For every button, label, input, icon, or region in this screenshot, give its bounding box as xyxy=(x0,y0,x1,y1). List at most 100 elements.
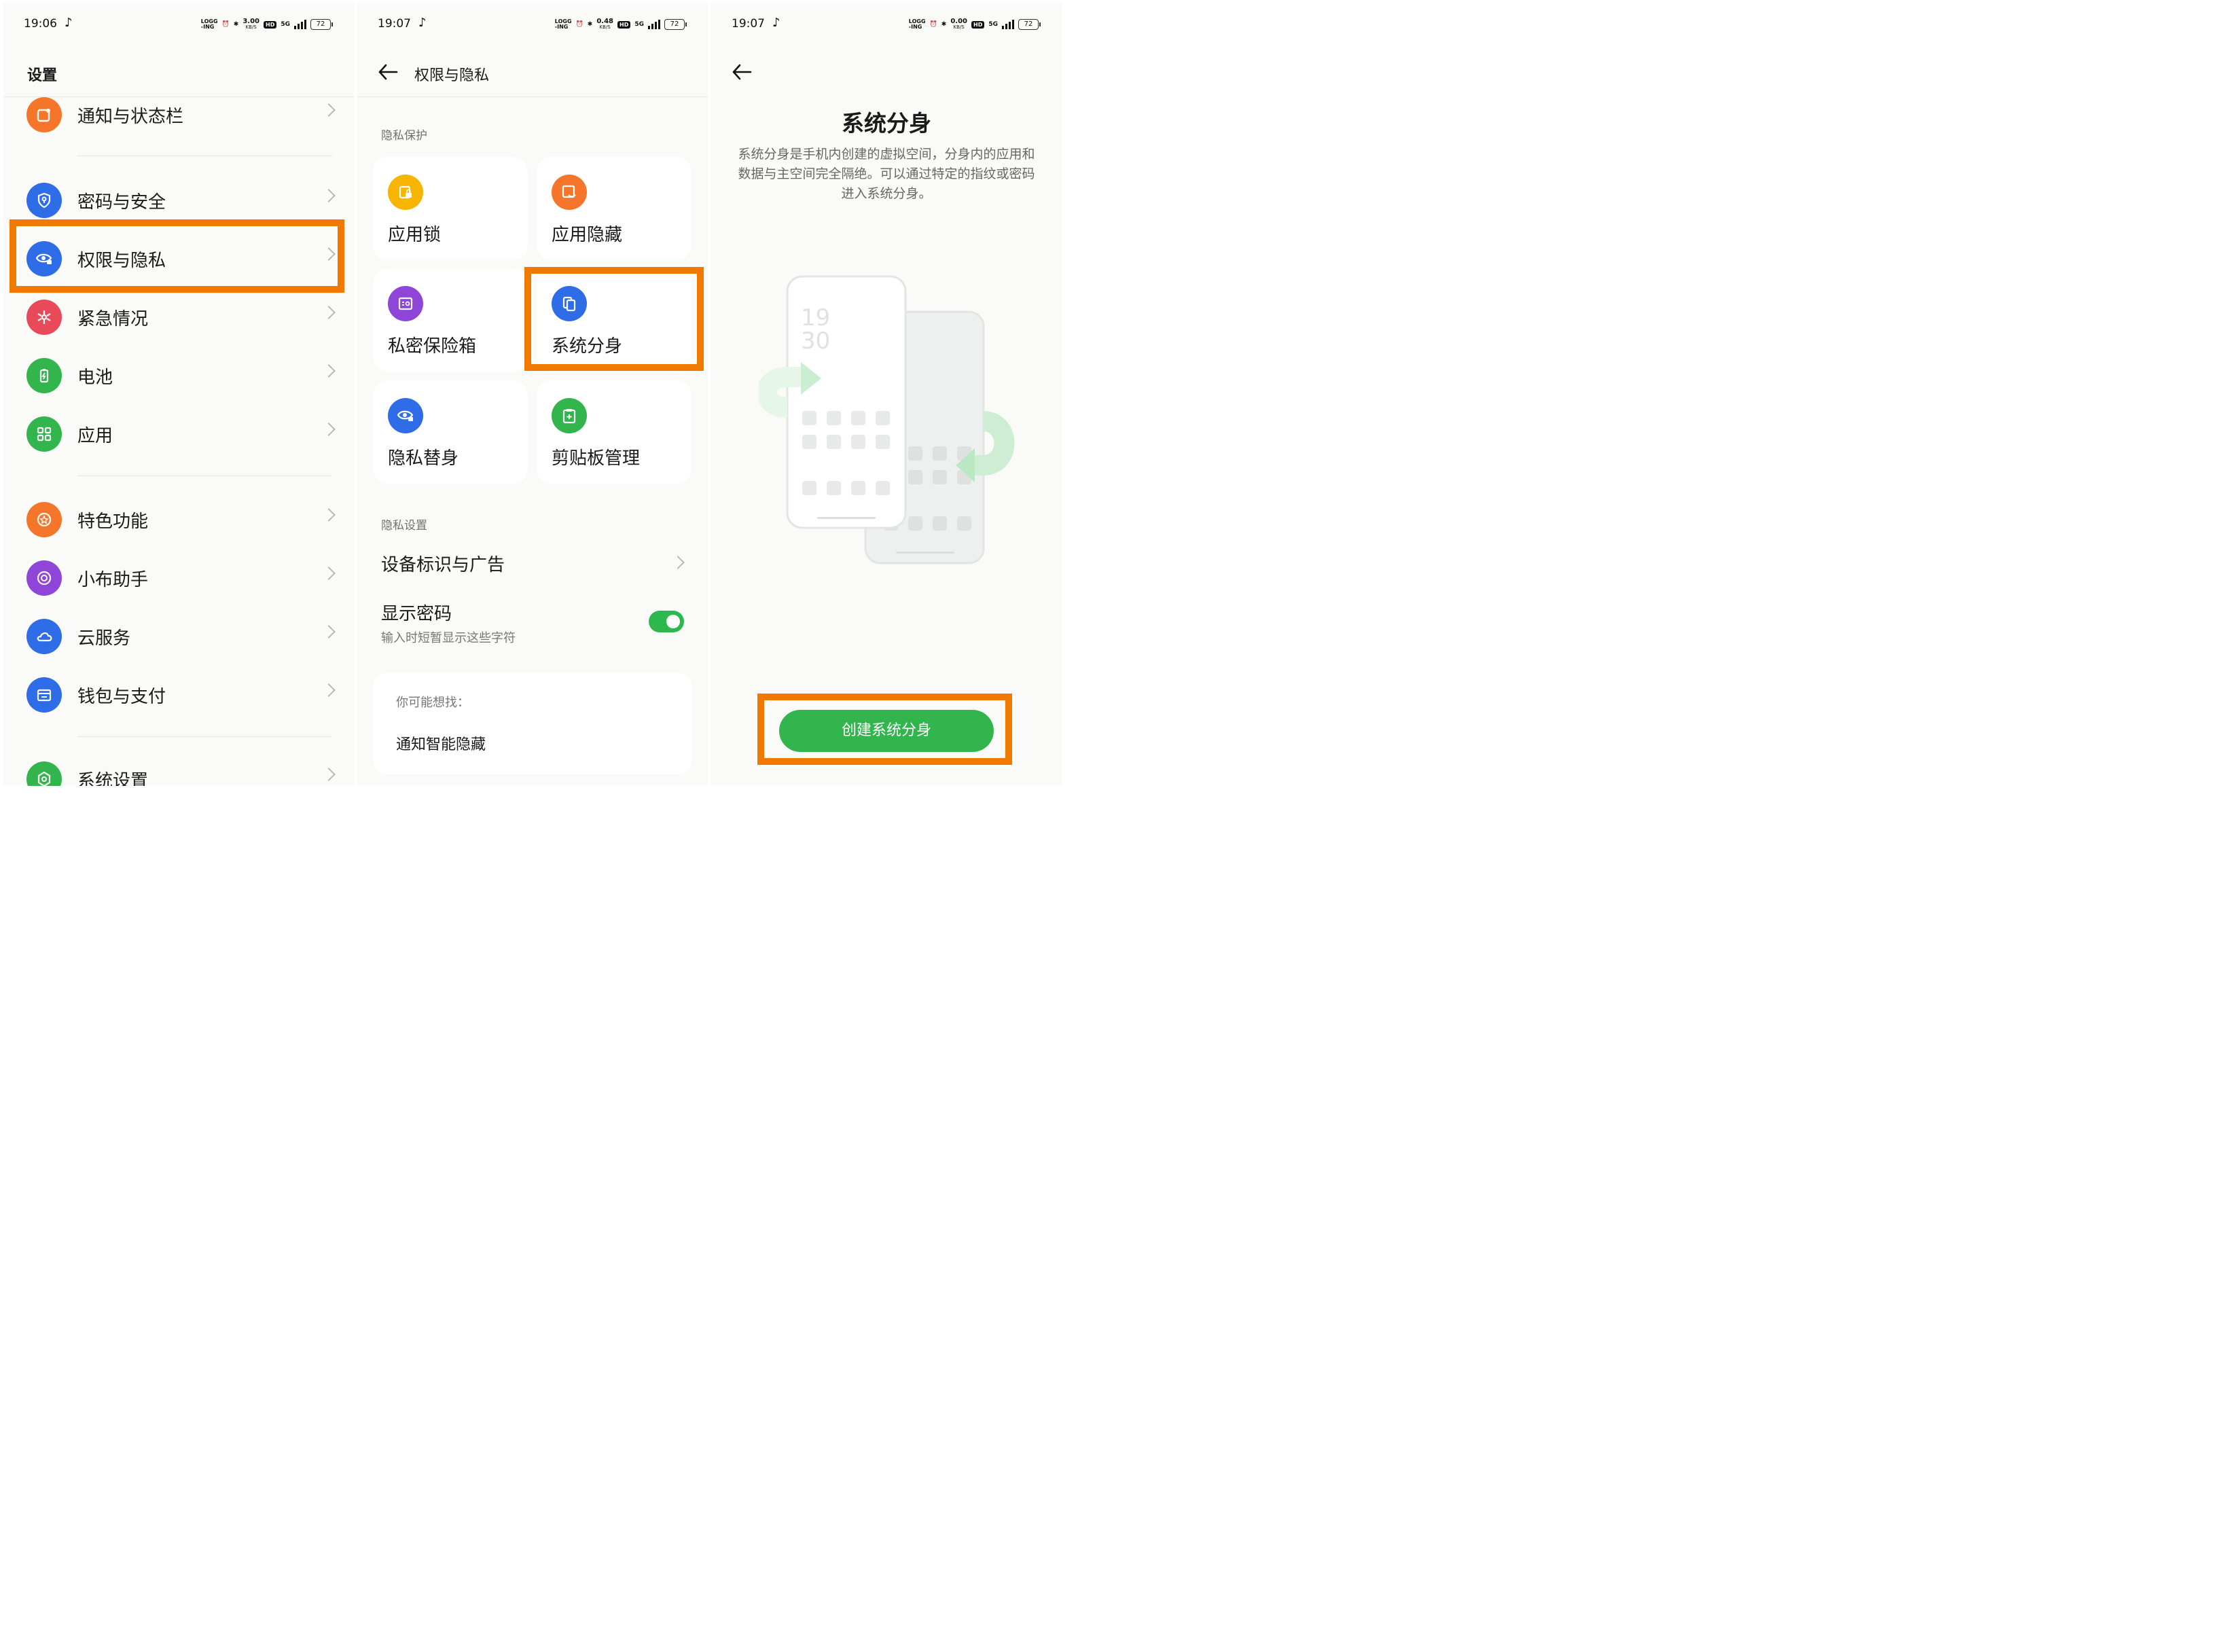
hd-badge: HD xyxy=(617,20,631,29)
settings-item-wallet[interactable]: 钱包与支付 xyxy=(3,670,354,718)
section-label-settings: 隐私设置 xyxy=(381,519,427,533)
signal-icon xyxy=(294,20,306,29)
settings-item-label: 小布助手 xyxy=(77,570,149,590)
settings-item-apps[interactable]: 应用 xyxy=(3,410,354,457)
card-private-safe[interactable]: 私密保险箱 xyxy=(373,268,528,372)
system-clone-illustration: 19 30 xyxy=(759,275,1015,564)
show-password-subtitle: 输入时短暂显示这些字符 xyxy=(381,631,516,645)
notification-icon xyxy=(26,97,62,132)
suggestion-link[interactable]: 通知智能隐藏 xyxy=(396,732,486,754)
private-safe-icon xyxy=(388,286,423,321)
alarm-icon: ⏰ xyxy=(929,21,937,28)
battery-level: 72 xyxy=(664,19,687,30)
divider xyxy=(77,475,332,476)
status-icons: LOGG -ING ⏰ ✱ 3.00 KB/S HD 5G 72 xyxy=(200,18,333,31)
chevron-right-icon xyxy=(322,103,336,117)
settings-item-emergency[interactable]: 紧急情况 xyxy=(3,293,354,340)
page-title: 设置 xyxy=(27,67,58,84)
settings-item-label: 钱包与支付 xyxy=(77,687,166,707)
divider xyxy=(77,736,332,737)
cloud-icon xyxy=(26,619,62,654)
create-system-clone-button[interactable]: 创建系统分身 xyxy=(779,710,994,752)
list-item-label: 设备标识与广告 xyxy=(381,555,505,575)
highlight-box xyxy=(10,219,344,293)
suggestion-title: 你可能想找： xyxy=(396,696,469,710)
card-label: 应用锁 xyxy=(388,225,442,245)
alarm-icon: ⏰ xyxy=(221,21,230,28)
star-circle-icon xyxy=(26,502,62,537)
card-app-lock[interactable]: 应用锁 xyxy=(373,157,528,260)
music-note-icon: ♪ xyxy=(65,16,73,30)
network-speed: 3.00 KB/S xyxy=(242,18,259,31)
hd-badge: HD xyxy=(264,20,277,29)
hd-badge: HD xyxy=(971,20,985,29)
music-note-icon: ♪ xyxy=(418,16,427,30)
back-arrow-icon[interactable] xyxy=(378,63,398,81)
assistant-icon xyxy=(26,560,62,596)
page-description: 系统分身是手机内创建的虚拟空间，分身内的应用和数据与主空间完全隔绝。可以通过特定… xyxy=(738,147,1035,201)
clipboard-icon xyxy=(552,398,587,433)
status-bar: 19:06 ♪ LOGG -ING ⏰ ✱ 3.00 KB/S HD 5G 72 xyxy=(3,3,354,44)
system-settings-icon xyxy=(26,761,62,786)
list-item-show-password: 显示密码 xyxy=(381,604,452,624)
alarm-icon: ⏰ xyxy=(575,21,583,28)
chevron-right-icon xyxy=(322,364,336,378)
system-clone-panel: 19:07 ♪ LOGG -ING ⏰ ✱ 0.00 KB/S HD 5G 72 系… xyxy=(711,3,1062,786)
settings-item-assistant[interactable]: 小布助手 xyxy=(3,554,354,601)
status-bar: 19:07 ♪ LOGG -ING ⏰ ✱ 0.48 KB/S HD 5G 72 xyxy=(357,3,708,44)
privacy-panel: 19:07 ♪ LOGG -ING ⏰ ✱ 0.48 KB/S HD 5G 72 权… xyxy=(357,3,708,786)
card-clipboard[interactable]: 剪贴板管理 xyxy=(537,380,691,484)
settings-item-system[interactable]: 系统设置 xyxy=(3,755,354,786)
settings-item-label: 电池 xyxy=(77,367,113,388)
app-lock-icon xyxy=(388,175,423,210)
status-time: 19:07 xyxy=(378,17,411,31)
wallet-icon xyxy=(26,677,62,713)
settings-item-features[interactable]: 特色功能 xyxy=(3,495,354,543)
card-label: 私密保险箱 xyxy=(388,336,477,357)
settings-item-label: 通知与状态栏 xyxy=(77,107,184,127)
signal-icon xyxy=(648,20,660,29)
settings-item-battery[interactable]: 电池 xyxy=(3,351,354,399)
bluetooth-icon: ✱ xyxy=(941,21,947,28)
card-label: 隐私替身 xyxy=(388,448,459,469)
card-privacy-substitute[interactable]: 隐私替身 xyxy=(373,380,528,484)
chevron-right-icon xyxy=(671,556,685,569)
status-time: 19:06 xyxy=(24,17,57,31)
network-type: 5G xyxy=(988,21,998,28)
card-label: 应用隐藏 xyxy=(552,225,623,245)
card-label: 剪贴板管理 xyxy=(552,448,641,469)
signal-icon xyxy=(1002,20,1014,29)
chevron-right-icon xyxy=(322,189,336,202)
logging-indicator: LOGG -ING xyxy=(200,18,218,30)
status-icons: LOGG -ING ⏰ ✱ 0.00 KB/S HD 5G 72 xyxy=(908,18,1041,31)
chevron-right-icon xyxy=(322,423,336,436)
show-password-toggle[interactable] xyxy=(649,611,684,632)
chevron-right-icon xyxy=(322,567,336,580)
suggestion-card: 你可能想找： 通知智能隐藏 xyxy=(373,672,692,774)
settings-item-label: 密码与安全 xyxy=(77,192,166,213)
chevron-right-icon xyxy=(322,508,336,522)
settings-item-cloud[interactable]: 云服务 xyxy=(3,612,354,660)
network-speed: 0.00 KB/S xyxy=(950,18,967,31)
settings-item-label: 紧急情况 xyxy=(77,309,149,329)
card-app-hide[interactable]: 应用隐藏 xyxy=(537,157,691,260)
status-icons: LOGG -ING ⏰ ✱ 0.48 KB/S HD 5G 72 xyxy=(554,18,687,31)
section-label-protection: 隐私保护 xyxy=(381,129,427,143)
logging-indicator: LOGG -ING xyxy=(908,18,926,30)
privacy-substitute-icon xyxy=(388,398,423,433)
network-speed: 0.48 KB/S xyxy=(596,18,613,31)
settings-item-label: 系统设置 xyxy=(77,771,149,786)
shield-key-icon xyxy=(26,183,62,218)
battery-icon xyxy=(26,358,62,393)
settings-item-password-security[interactable]: 密码与安全 xyxy=(3,176,354,223)
list-item-device-ads[interactable]: 设备标识与广告 xyxy=(381,551,687,576)
settings-item-notifications[interactable]: 通知与状态栏 xyxy=(3,90,354,138)
highlight-box xyxy=(524,267,704,371)
back-arrow-icon[interactable] xyxy=(732,63,752,81)
network-type: 5G xyxy=(634,21,644,28)
battery-level: 72 xyxy=(310,19,333,30)
logging-indicator: LOGG -ING xyxy=(554,18,572,30)
page-title: 权限与隐私 xyxy=(414,67,490,84)
status-bar: 19:07 ♪ LOGG -ING ⏰ ✱ 0.00 KB/S HD 5G 72 xyxy=(711,3,1062,44)
music-note-icon: ♪ xyxy=(772,16,780,30)
